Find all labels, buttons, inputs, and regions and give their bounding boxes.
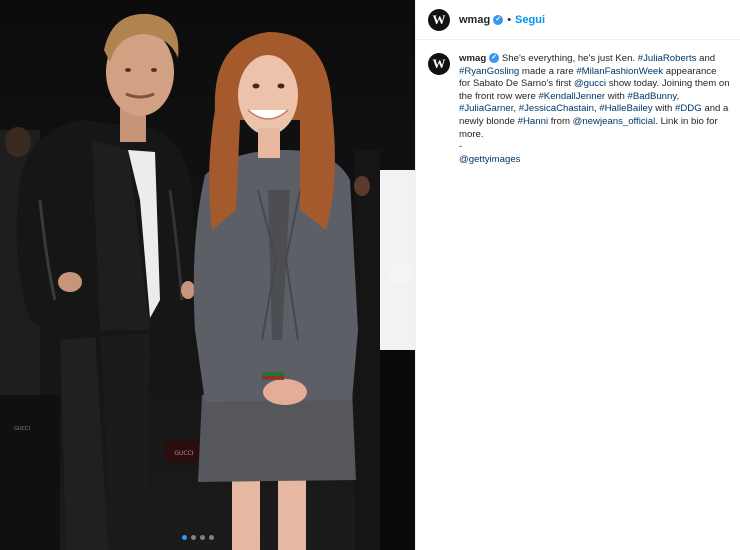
follow-button[interactable]: Segui xyxy=(515,14,545,26)
caption-username-link[interactable]: wmag xyxy=(459,53,486,64)
photo-credit-link[interactable]: @gettyimages xyxy=(459,154,520,165)
caption-text: wmag ✓ She's everything, he's just Ken. #… xyxy=(459,53,730,166)
svg-text:GUCCI: GUCCI xyxy=(174,450,193,457)
carousel-dot xyxy=(182,535,187,540)
verified-badge-icon: ✓ xyxy=(493,14,504,25)
caption-hashtag-link[interactable]: #HalleBailey xyxy=(599,103,652,114)
caption-text-segment: made a rare xyxy=(519,65,577,77)
avatar[interactable]: W xyxy=(428,8,450,31)
username-link[interactable]: wmag xyxy=(459,14,490,26)
carousel-dot xyxy=(191,535,196,540)
caption-text-segment: She's everything, he's just Ken. xyxy=(499,53,638,64)
caption-hashtag-link[interactable]: #JuliaRoberts xyxy=(638,53,697,64)
post-photo[interactable]: GUCCI GUCCI › xyxy=(0,0,415,550)
post-caption: W wmag ✓ She's everything, he's just Ken.… xyxy=(416,40,740,166)
photo-illustration: GUCCI GUCCI xyxy=(0,13,415,550)
caption-hashtag-link[interactable]: #MilanFashionWeek xyxy=(576,66,663,77)
svg-text:GUCCI: GUCCI xyxy=(14,426,30,432)
caption-hashtag-link[interactable]: #BadBunny xyxy=(628,91,677,102)
caption-hashtag-link[interactable]: #DDG xyxy=(675,103,702,114)
caption-hashtag-link[interactable]: #RyanGosling xyxy=(459,66,519,77)
caption-hashtag-link[interactable]: #JuliaGarner xyxy=(459,103,513,114)
caption-text-segment: from xyxy=(548,115,573,127)
caption-avatar[interactable]: W xyxy=(428,53,450,75)
caption-hashtag-link[interactable]: #JessicaChastain xyxy=(519,103,594,114)
caption-hashtag-link[interactable]: @newjeans_official xyxy=(573,116,656,127)
caption-dash: - xyxy=(459,141,463,153)
chevron-right-icon: › xyxy=(398,267,402,281)
caption-text-segment: , xyxy=(676,90,680,102)
verified-badge-icon: ✓ xyxy=(489,53,500,64)
post-header: W wmag ✓ • Segui xyxy=(416,0,740,40)
post-panel: W wmag ✓ • Segui W wmag ✓ She's everythin… xyxy=(415,0,740,550)
woman-face xyxy=(238,55,298,135)
separator-dot: • xyxy=(507,13,512,26)
caption-body: She's everything, he's just Ken. #JuliaR… xyxy=(459,53,730,140)
caption-hashtag-link[interactable]: #KendallJenner xyxy=(538,91,605,102)
carousel-next-button[interactable]: › xyxy=(390,264,410,284)
wmag-logo-icon: W xyxy=(432,56,446,71)
caption-text-segment: with xyxy=(605,90,628,102)
caption-hashtag-link[interactable]: @gucci xyxy=(574,78,606,89)
caption-hashtag-link[interactable]: #Hanni xyxy=(518,116,548,127)
caption-text-segment: and xyxy=(696,53,716,64)
wmag-logo-icon: W xyxy=(432,11,446,27)
caption-text-segment: with xyxy=(652,103,676,115)
carousel-dots xyxy=(182,535,214,540)
carousel-dot xyxy=(209,535,214,540)
carousel-dot xyxy=(200,535,205,540)
